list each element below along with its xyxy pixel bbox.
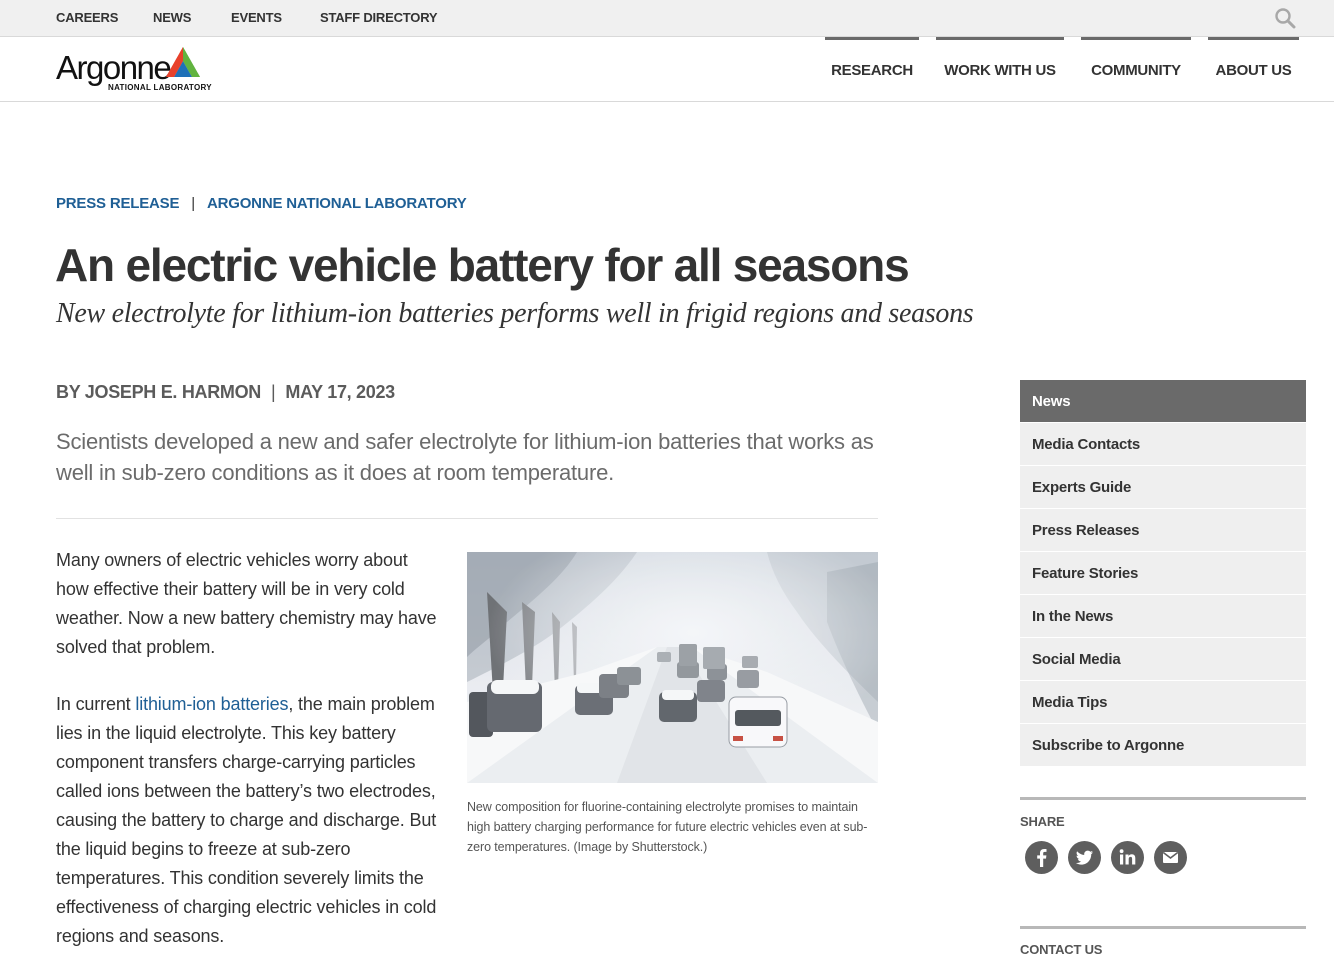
article-lede: Scientists developed a new and safer ele… bbox=[56, 429, 874, 485]
lede-divider bbox=[56, 518, 878, 519]
article-title: An electric vehicle battery for all seas… bbox=[55, 239, 910, 291]
snowy-road-image bbox=[467, 552, 878, 783]
article-kicker: PRESS RELEASE | ARGONNE NATIONAL LABORATOR… bbox=[56, 195, 467, 212]
byline-separator: | bbox=[271, 382, 276, 402]
contact-divider bbox=[1020, 926, 1306, 929]
nav-label: ABOUT US bbox=[1215, 62, 1292, 79]
share-divider bbox=[1020, 797, 1306, 800]
article-subtitle: New electrolyte for lithium-ion batterie… bbox=[56, 298, 974, 329]
nav-label: COMMUNITY bbox=[1091, 62, 1181, 79]
sidebar-item-media-contacts[interactable]: Media Contacts bbox=[1020, 423, 1306, 466]
sidebar-item-in-the-news[interactable]: In the News bbox=[1020, 595, 1306, 638]
logo-triangle-icon bbox=[166, 47, 200, 77]
sidebar-item-press-releases[interactable]: Press Releases bbox=[1020, 509, 1306, 552]
utility-link-events[interactable]: EVENTS bbox=[231, 10, 282, 25]
article-image bbox=[467, 552, 878, 783]
image-caption: New composition for fluorine-containing … bbox=[467, 800, 868, 854]
byline-author: BY JOSEPH E. HARMON bbox=[56, 382, 262, 402]
utility-bar: CAREERS NEWS EVENTS STAFF DIRECTORY bbox=[0, 0, 1334, 37]
nav-label: WORK WITH US bbox=[944, 62, 1056, 79]
kicker-type-link[interactable]: PRESS RELEASE bbox=[56, 195, 179, 212]
para2-prefix: In current bbox=[56, 694, 136, 714]
sidebar-item-subscribe[interactable]: Subscribe to Argonne bbox=[1020, 724, 1306, 767]
search-icon[interactable] bbox=[1274, 7, 1296, 29]
nav-work-with-us[interactable]: WORK WITH US bbox=[936, 37, 1064, 101]
share-label: SHARE bbox=[1020, 814, 1065, 829]
para2-text: , the main problem lies in the liquid el… bbox=[56, 694, 437, 946]
byline-date: MAY 17, 2023 bbox=[285, 382, 395, 402]
argonne-logo[interactable]: Argonne NATIONAL LABORATORY bbox=[56, 45, 226, 95]
linkedin-icon[interactable] bbox=[1111, 841, 1144, 874]
nav-label: RESEARCH bbox=[831, 62, 913, 79]
sidebar-item-feature-stories[interactable]: Feature Stories bbox=[1020, 552, 1306, 595]
body-paragraph-2: In current lithium-ion batteries, the ma… bbox=[56, 690, 456, 951]
site-header: Argonne NATIONAL LABORATORY RESEARCH WOR… bbox=[0, 37, 1334, 102]
utility-link-careers[interactable]: CAREERS bbox=[56, 10, 118, 25]
kicker-separator: | bbox=[191, 195, 195, 212]
facebook-icon[interactable] bbox=[1025, 841, 1058, 874]
article-byline: BY JOSEPH E. HARMON | MAY 17, 2023 bbox=[56, 382, 395, 403]
twitter-icon[interactable] bbox=[1068, 841, 1101, 874]
logo-subtitle: NATIONAL LABORATORY bbox=[108, 83, 212, 92]
nav-research[interactable]: RESEARCH bbox=[825, 37, 919, 101]
contact-us-label: CONTACT US bbox=[1020, 942, 1103, 954]
nav-about-us[interactable]: ABOUT US bbox=[1208, 37, 1299, 101]
sidebar-item-media-tips[interactable]: Media Tips bbox=[1020, 681, 1306, 724]
body-paragraph-1: Many owners of electric vehicles worry a… bbox=[56, 550, 437, 657]
sidebar-item-experts-guide[interactable]: Experts Guide bbox=[1020, 466, 1306, 509]
lithium-ion-batteries-link[interactable]: lithium-ion batteries bbox=[135, 694, 288, 714]
email-icon[interactable] bbox=[1154, 841, 1187, 874]
utility-link-staff-directory[interactable]: STAFF DIRECTORY bbox=[320, 10, 438, 25]
nav-community[interactable]: COMMUNITY bbox=[1081, 37, 1191, 101]
sidebar-item-social-media[interactable]: Social Media bbox=[1020, 638, 1306, 681]
utility-link-news[interactable]: NEWS bbox=[153, 10, 191, 25]
news-sidebar: News Media Contacts Experts Guide Press … bbox=[1020, 380, 1306, 767]
sidebar-item-news[interactable]: News bbox=[1020, 380, 1306, 423]
kicker-source-link[interactable]: ARGONNE NATIONAL LABORATORY bbox=[207, 195, 467, 212]
